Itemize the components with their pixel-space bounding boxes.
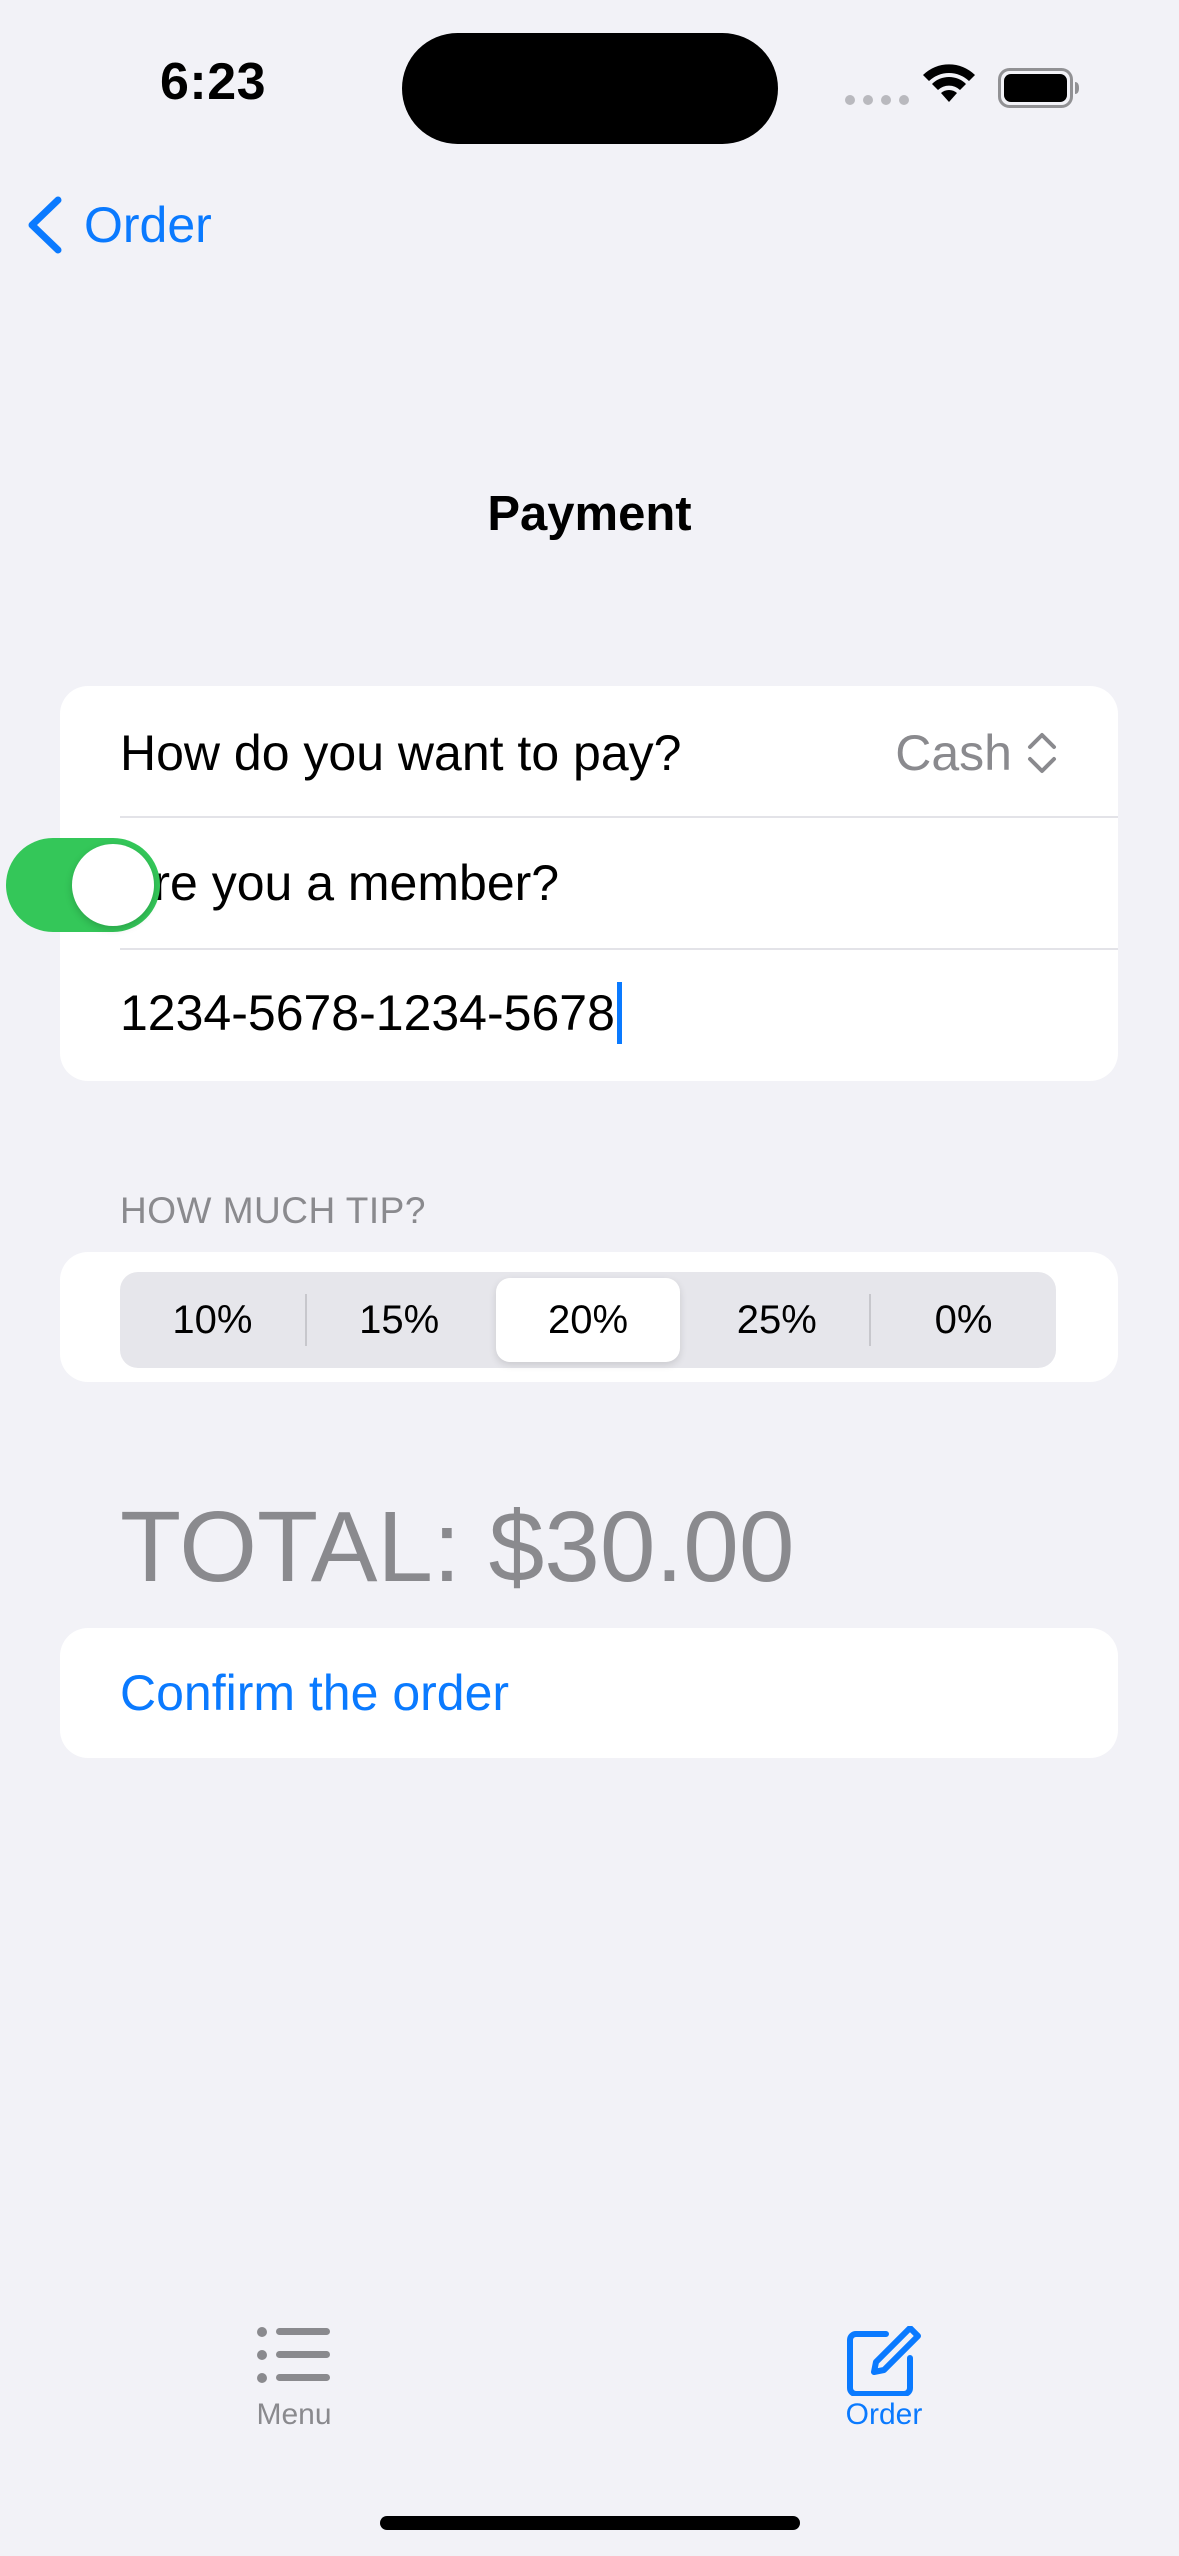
tip-card: 10% 15% 20% 25% 0% — [60, 1252, 1118, 1382]
chevron-up-down-icon — [1028, 733, 1056, 773]
text-cursor — [616, 982, 622, 1044]
dynamic-island — [402, 33, 778, 144]
confirm-order-button[interactable]: Confirm the order — [60, 1628, 1118, 1758]
tip-option-20[interactable]: 20% — [495, 1278, 681, 1362]
tab-menu[interactable]: Menu — [214, 2326, 374, 2432]
confirm-order-label: Confirm the order — [120, 1665, 510, 1721]
list-icon — [257, 2327, 330, 2383]
battery-icon — [998, 68, 1080, 113]
pay-method-value: Cash — [895, 725, 1012, 781]
row-divider — [120, 948, 1118, 950]
tab-order[interactable]: Order — [804, 2326, 964, 2432]
total-amount: TOTAL: $30.00 — [120, 1491, 795, 1603]
member-label: Are you a member? — [120, 855, 560, 911]
payment-card: How do you want to pay? Cash Are you a m… — [6, 686, 1118, 1081]
pay-method-picker[interactable]: Cash — [895, 724, 1058, 782]
member-toggle[interactable] — [6, 838, 160, 932]
tip-option-15[interactable]: 15% — [307, 1278, 492, 1362]
square-and-pencil-icon — [847, 2326, 921, 2396]
toggle-knob — [72, 844, 154, 926]
tip-option-10[interactable]: 10% — [120, 1278, 305, 1362]
tip-option-0[interactable]: 0% — [871, 1278, 1056, 1362]
page-title: Payment — [487, 487, 692, 541]
tip-section-header: HOW MUCH TIP? — [120, 1190, 426, 1231]
cellular-signal-icon — [845, 95, 909, 105]
row-divider — [120, 816, 1118, 818]
tip-option-25[interactable]: 25% — [684, 1278, 869, 1362]
tip-segmented-control: 10% 15% 20% 25% 0% — [120, 1272, 1056, 1368]
wifi-icon — [922, 62, 976, 109]
pay-method-label: How do you want to pay? — [120, 725, 682, 781]
home-indicator — [380, 2516, 800, 2530]
status-time: 6:23 — [160, 53, 267, 111]
member-number-value: 1234-5678-1234-5678 — [120, 985, 615, 1041]
tab-menu-label: Menu — [256, 2398, 332, 2431]
chevron-left-icon — [28, 196, 62, 254]
tab-order-label: Order — [845, 2398, 923, 2431]
member-number-field[interactable]: 1234-5678-1234-5678 — [120, 982, 622, 1044]
back-label: Order — [84, 197, 212, 253]
back-button[interactable]: Order — [24, 196, 212, 254]
